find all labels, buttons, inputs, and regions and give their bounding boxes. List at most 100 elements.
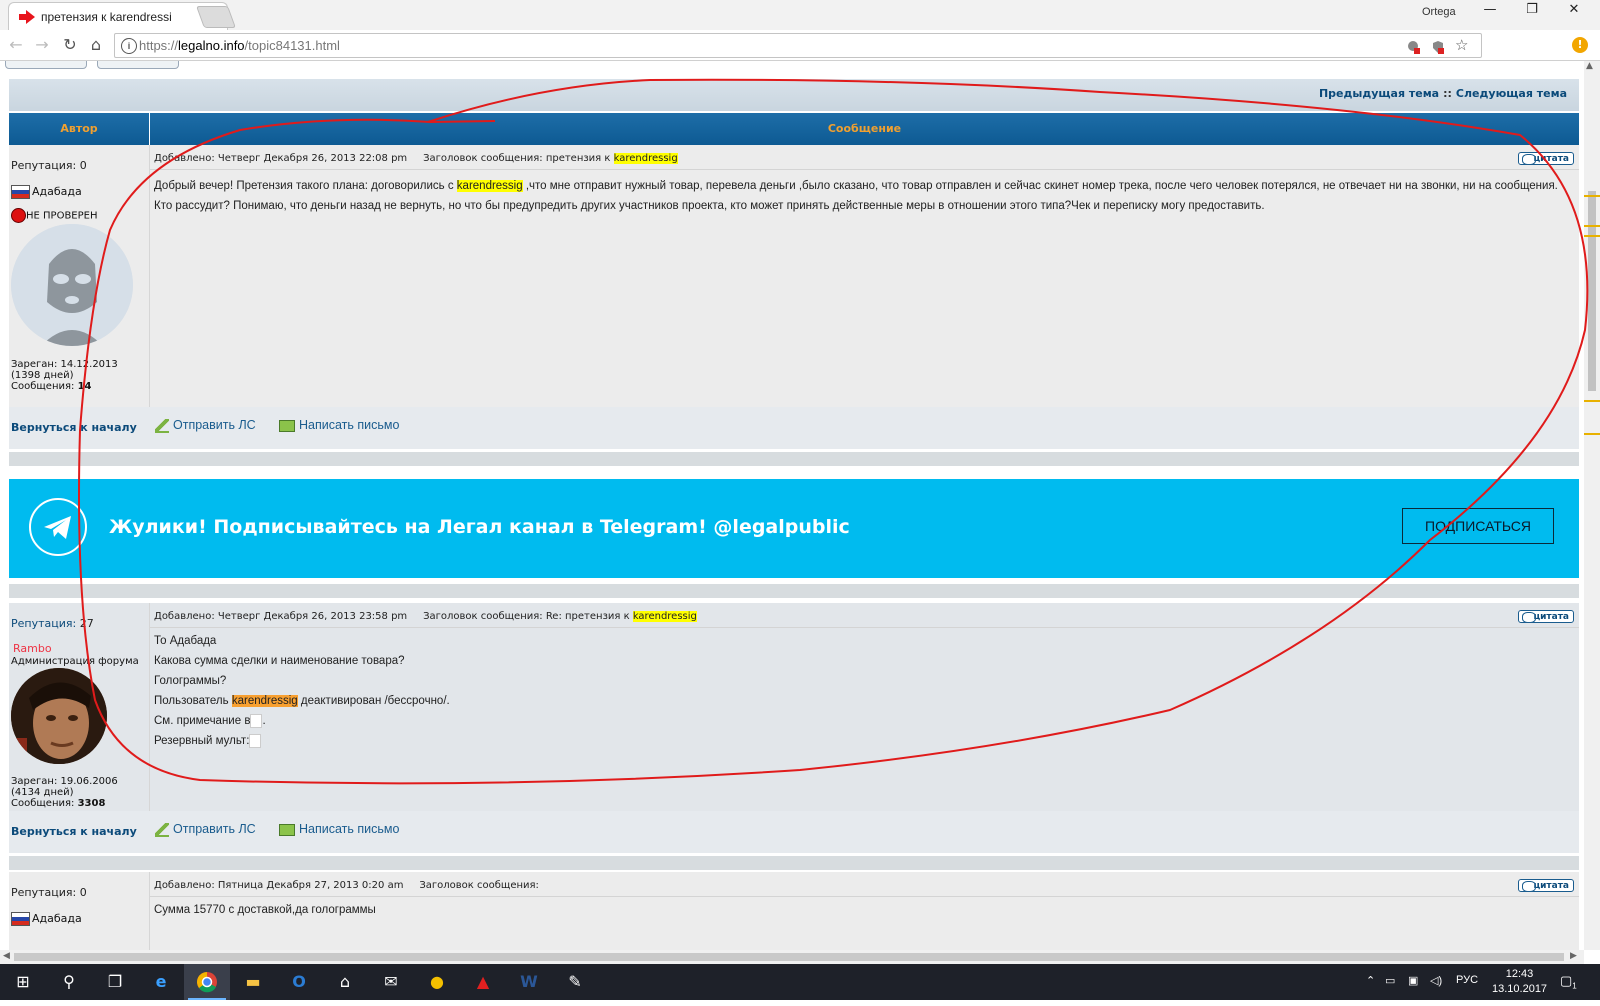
quote-button[interactable]: цитата xyxy=(1518,610,1574,623)
user-status: Администрация форума xyxy=(11,656,139,667)
search-icon[interactable]: ⚲ xyxy=(46,964,92,1000)
post-header: Добавлено: Пятница Декабря 27, 2013 0:20… xyxy=(154,880,539,891)
author-name[interactable]: Rambo xyxy=(13,642,52,655)
scrollbar-thumb[interactable] xyxy=(1588,191,1596,391)
prev-topic-link[interactable]: Предыдущая тема xyxy=(1319,87,1439,100)
envelope-icon xyxy=(279,419,295,432)
avatar xyxy=(11,668,107,764)
quote-button[interactable]: цитата xyxy=(1518,152,1574,165)
minimize-icon[interactable]: — xyxy=(1470,2,1510,24)
bookmark-star-icon[interactable]: ☆ xyxy=(1455,36,1468,54)
quote-icon xyxy=(1522,612,1536,623)
browser-toolbar: ← → ↻ ⌂ i https://legalno.info/topic8413… xyxy=(0,30,1600,61)
author-column-header: Автор xyxy=(9,113,150,145)
author-name[interactable]: Адабада xyxy=(11,912,82,926)
word-icon[interactable]: W xyxy=(506,964,552,1000)
nav-separator: :: xyxy=(1443,87,1452,100)
extension-block-icon[interactable] xyxy=(1431,40,1445,54)
volume-icon[interactable]: ◁) xyxy=(1430,974,1442,987)
pencil-icon xyxy=(155,418,169,433)
author-name[interactable]: Адабада xyxy=(11,185,82,199)
clock[interactable]: 12:43 13.10.2017 xyxy=(1492,967,1547,997)
user-status: НЕ ПРОВЕРЕН xyxy=(11,208,97,223)
scroll-right-icon[interactable]: ▶ xyxy=(1570,951,1577,961)
scroll-up-icon[interactable]: ▲ xyxy=(1586,61,1593,71)
chrome-icon[interactable] xyxy=(184,964,230,1000)
reputation: Репутация: 0 xyxy=(11,886,87,899)
acrobat-icon[interactable]: ▲ xyxy=(460,964,506,1000)
post-body: Добавлено: Четверг Декабря 26, 2013 22:0… xyxy=(150,145,1579,407)
1c-icon[interactable]: ● xyxy=(414,964,460,1000)
new-tab-button[interactable] xyxy=(195,6,237,28)
info-icon[interactable]: i xyxy=(121,38,137,54)
highlighted-keyword: karendressig xyxy=(613,153,678,164)
send-pm-link[interactable]: Отправить ЛС xyxy=(155,822,256,837)
forward-arrow-icon[interactable]: → xyxy=(31,34,53,56)
scroll-marker xyxy=(1584,400,1600,402)
scroll-marker xyxy=(1584,235,1600,237)
scroll-marker xyxy=(1584,433,1600,435)
language-indicator[interactable]: РУС xyxy=(1456,974,1478,986)
post-footer: Вернуться к началу Отправить ЛС Написать… xyxy=(9,811,1579,853)
back-to-top-link[interactable]: Вернуться к началу xyxy=(11,421,137,434)
task-view-icon[interactable]: ❐ xyxy=(92,964,138,1000)
store-icon[interactable]: ⌂ xyxy=(322,964,368,1000)
post: Репутация: 0 Адабада Добавлено: Пятница … xyxy=(9,872,1579,950)
post-text: Добрый вечер! Претензия такого плана: до… xyxy=(154,180,1558,212)
battery-icon[interactable]: ▭ xyxy=(1385,974,1395,987)
network-icon[interactable]: ▣ xyxy=(1408,974,1418,987)
highlighted-keyword: karendressig xyxy=(632,611,697,622)
profile-name[interactable]: Ortega xyxy=(1422,6,1456,18)
start-windows-icon[interactable]: ⊞ xyxy=(0,964,46,1000)
browser-tab[interactable]: претензия к karendressi ✕ xyxy=(8,2,228,31)
unverified-icon xyxy=(11,208,26,223)
masked-avatar-icon xyxy=(11,224,133,346)
scrollbar-thumb[interactable] xyxy=(14,953,1564,961)
mail-icon[interactable]: ✉ xyxy=(368,964,414,1000)
forum-button[interactable] xyxy=(97,61,179,69)
reload-icon[interactable]: ↻ xyxy=(59,34,81,56)
quote-button[interactable]: цитата xyxy=(1518,879,1574,892)
forum-button[interactable] xyxy=(5,61,87,69)
post-author-panel: Репутация: 27 Rambo Администрация форума… xyxy=(9,603,150,811)
tray-overflow-icon[interactable]: ⌃ xyxy=(1366,974,1375,987)
post-header: Добавлено: Четверг Декабря 26, 2013 22:0… xyxy=(154,153,678,164)
title-bar: претензия к karendressi ✕ Ortega — ❐ ✕ xyxy=(0,0,1600,31)
envelope-icon xyxy=(279,823,295,836)
hidden-link-box[interactable] xyxy=(249,733,262,748)
post-body: Добавлено: Четверг Декабря 26, 2013 23:5… xyxy=(150,603,1579,811)
close-window-icon[interactable]: ✕ xyxy=(1554,2,1594,24)
post-footer: Вернуться к началу Отправить ЛС Написать… xyxy=(9,407,1579,449)
file-explorer-icon[interactable]: ▬ xyxy=(230,964,276,1000)
update-alert-icon[interactable]: ! xyxy=(1572,37,1588,53)
send-pm-link[interactable]: Отправить ЛС xyxy=(155,418,256,433)
write-mail-link[interactable]: Написать письмо xyxy=(279,418,399,432)
extension-shield-icon[interactable] xyxy=(1407,40,1421,54)
outlook-icon[interactable]: O xyxy=(276,964,322,1000)
home-icon[interactable]: ⌂ xyxy=(85,34,107,56)
telegram-banner[interactable]: Жулики! Подписывайтесь на Легал канал в … xyxy=(9,479,1579,578)
notification-icon[interactable]: ▢1 xyxy=(1560,973,1577,991)
maximize-icon[interactable]: ❐ xyxy=(1512,2,1552,24)
flag-icon xyxy=(11,912,30,926)
subscribe-button[interactable]: ПОДПИСАТЬСЯ xyxy=(1402,508,1554,544)
post-date: Добавлено: Четверг Декабря 26, 2013 22:0… xyxy=(154,153,408,164)
address-bar[interactable]: i https://legalno.info/topic84131.html ☆ xyxy=(114,33,1482,58)
reputation: Репутация: 0 xyxy=(11,159,87,172)
horizontal-scrollbar[interactable]: ◀ ▶ xyxy=(0,950,1584,964)
scroll-left-icon[interactable]: ◀ xyxy=(3,951,10,961)
topic-navigation: Предыдущая тема:: Следующая тема xyxy=(9,79,1579,111)
edge-icon[interactable]: e xyxy=(138,964,184,1000)
next-topic-link[interactable]: Следующая тема xyxy=(1456,87,1567,100)
back-arrow-icon[interactable]: ← xyxy=(5,34,27,56)
post: Репутация: 0 Адабада НЕ ПРОВЕРЕН Зареган… xyxy=(9,145,1579,407)
scroll-marker xyxy=(1584,225,1600,227)
paint-icon[interactable]: ✎ xyxy=(552,964,598,1000)
taskbar: ⊞ ⚲ ❐ e ▬ O ⌂ ✉ ● ▲ W ✎ ⌃ ▭ ▣ ◁) РУС 12:… xyxy=(0,964,1600,1000)
site-favicon-icon xyxy=(19,10,35,24)
post-text: Сумма 15770 с доставкой,да голограммы xyxy=(154,904,376,916)
back-to-top-link[interactable]: Вернуться к началу xyxy=(11,825,137,838)
hidden-link-box[interactable] xyxy=(250,713,263,728)
scroll-marker xyxy=(1584,195,1600,197)
write-mail-link[interactable]: Написать письмо xyxy=(279,822,399,836)
